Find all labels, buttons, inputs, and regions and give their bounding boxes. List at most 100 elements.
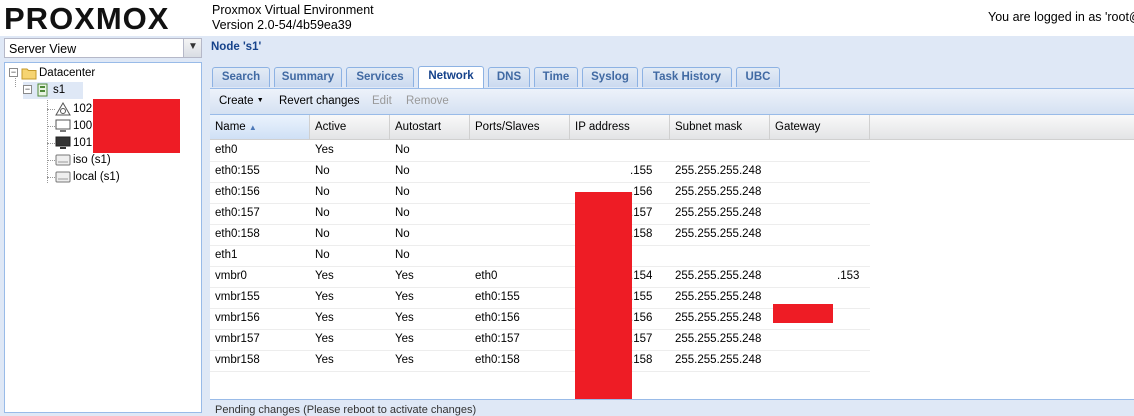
- cell-subnet: 255.255.255.248: [675, 165, 762, 177]
- cell-autostart: Yes: [395, 270, 414, 282]
- table-row[interactable]: eth0:156 No No .156 255.255.255.248: [210, 182, 870, 204]
- tab-search[interactable]: Search: [212, 67, 270, 87]
- tab-dns[interactable]: DNS: [488, 67, 530, 87]
- tree-node-vm-100[interactable]: 100: [55, 118, 92, 135]
- table-row[interactable]: vmbr0 Yes Yes eth0.154 255.255.255.248.153: [210, 266, 870, 288]
- cell-autostart: Yes: [395, 354, 414, 366]
- tree-node-vm-102[interactable]: 102: [55, 101, 92, 118]
- cell-name: vmbr156: [215, 312, 260, 324]
- remove-button[interactable]: Remove: [406, 95, 449, 107]
- cell-active: No: [315, 207, 330, 219]
- tab-task-history[interactable]: Task History: [642, 67, 732, 87]
- cell-autostart: Yes: [395, 333, 414, 345]
- grid-header: Name ▲ Active Autostart Ports/Slaves IP …: [210, 115, 1134, 140]
- cell-ports: eth0: [475, 270, 498, 282]
- view-selector[interactable]: Server View ▼: [4, 38, 202, 58]
- cell-active: No: [315, 228, 330, 240]
- column-header-gateway[interactable]: Gateway: [770, 115, 870, 139]
- svg-text:PROXMOX: PROXMOX: [4, 2, 169, 34]
- column-header-subnet[interactable]: Subnet mask: [670, 115, 770, 139]
- tab-summary[interactable]: Summary: [274, 67, 342, 87]
- table-row[interactable]: vmbr158 Yes Yes eth0:158.158 255.255.255.248: [210, 350, 870, 372]
- cell-ports: eth0:156: [475, 312, 520, 324]
- tab-bar: Search Summary Services Network DNS Time…: [210, 64, 1134, 89]
- cell-subnet: 255.255.255.248: [675, 207, 762, 219]
- tree-node-storage-iso[interactable]: iso (s1): [55, 152, 111, 169]
- cell-subnet: 255.255.255.248: [675, 270, 762, 282]
- storage-icon: [55, 153, 71, 167]
- column-header-name[interactable]: Name ▲: [210, 115, 310, 139]
- table-row[interactable]: eth0 Yes No: [210, 140, 870, 162]
- cell-autostart: No: [395, 165, 410, 177]
- tab-ubc[interactable]: UBC: [736, 67, 780, 87]
- cell-name: eth0:157: [215, 207, 260, 219]
- column-header-ports[interactable]: Ports/Slaves: [470, 115, 570, 139]
- tree-connector: [47, 177, 55, 178]
- cell-gateway: [770, 182, 870, 203]
- cell-ports: [470, 161, 570, 182]
- revert-changes-button[interactable]: Revert changes: [279, 95, 360, 107]
- cell-ip: [570, 140, 670, 161]
- tree-connector: [47, 126, 55, 127]
- table-row[interactable]: vmbr155 Yes Yes eth0:155.155 255.255.255.248: [210, 287, 870, 309]
- table-row[interactable]: eth0:158 No No .158 255.255.255.248: [210, 224, 870, 246]
- collapse-icon[interactable]: −: [23, 85, 32, 95]
- resource-tree: − Datacenter − s1 102 100 101 iso (s1) loc…: [4, 62, 202, 413]
- cell-gateway: [770, 245, 870, 266]
- view-selector-trigger[interactable]: ▼: [183, 39, 201, 57]
- cell-active: Yes: [315, 312, 334, 324]
- column-header-ip[interactable]: IP address: [570, 115, 670, 139]
- tree-connector: [47, 160, 55, 161]
- cell-subnet: 255.255.255.248: [675, 291, 762, 303]
- app-header: PROXMOX Proxmox Virtual Environment Vers…: [0, 0, 1134, 36]
- cell-autostart: No: [395, 186, 410, 198]
- tab-syslog[interactable]: Syslog: [582, 67, 638, 87]
- column-header-autostart[interactable]: Autostart: [390, 115, 470, 139]
- cell-active: No: [315, 249, 330, 261]
- vm-stopped-icon: [55, 119, 71, 133]
- tree-node-s1[interactable]: − s1: [23, 82, 83, 99]
- resource-panel: Server View ▼ − Datacenter − s1 102 100 10…: [0, 36, 204, 413]
- cell-gateway: [770, 161, 870, 182]
- cell-gateway: [770, 350, 870, 371]
- cell-active: No: [315, 165, 330, 177]
- template-icon: [55, 101, 71, 116]
- table-row[interactable]: eth1 No No: [210, 245, 870, 267]
- tree-node-storage-local[interactable]: local (s1): [55, 169, 120, 186]
- cell-autostart: No: [395, 207, 410, 219]
- cell-name: eth0:156: [215, 186, 260, 198]
- column-header-active[interactable]: Active: [310, 115, 390, 139]
- table-row[interactable]: eth0:157 No No .157 255.255.255.248: [210, 203, 870, 225]
- cell-subnet: 255.255.255.248: [675, 186, 762, 198]
- edit-button[interactable]: Edit: [372, 95, 392, 107]
- tab-network[interactable]: Network: [418, 66, 484, 88]
- cell-subnet: 255.255.255.248: [675, 333, 762, 345]
- cell-autostart: No: [395, 249, 410, 261]
- tree-connector: [47, 93, 48, 183]
- create-button[interactable]: Create ▼: [219, 95, 264, 107]
- tree-node-vm-101[interactable]: 101: [55, 135, 92, 152]
- tab-services[interactable]: Services: [346, 67, 414, 87]
- storage-icon: [55, 170, 71, 184]
- view-selector-value: Server View: [9, 42, 77, 56]
- table-row[interactable]: vmbr157 Yes Yes eth0:157.157 255.255.255.248: [210, 329, 870, 351]
- cell-subnet: [670, 245, 770, 266]
- cell-ip: .155: [630, 165, 653, 177]
- cell-subnet: [670, 140, 770, 161]
- cell-autostart: Yes: [395, 291, 414, 303]
- collapse-icon[interactable]: −: [9, 68, 18, 78]
- cell-ports: [470, 182, 570, 203]
- redaction-block: [575, 192, 632, 410]
- status-bar: Pending changes (Please reboot to activa…: [210, 399, 1134, 416]
- tree-node-datacenter[interactable]: − Datacenter: [9, 65, 95, 82]
- tab-time[interactable]: Time: [534, 67, 578, 87]
- cell-gateway: [770, 329, 870, 350]
- table-row[interactable]: vmbr156 Yes Yes eth0:156.156 255.255.255.248: [210, 308, 870, 330]
- cell-subnet: 255.255.255.248: [675, 228, 762, 240]
- folder-icon: [21, 66, 37, 80]
- product-info: Proxmox Virtual Environment Version 2.0-…: [212, 3, 374, 33]
- pending-changes-text: Pending changes (Please reboot to activa…: [215, 404, 477, 416]
- table-row[interactable]: eth0:155 No No .155 255.255.255.248: [210, 161, 870, 183]
- cell-autostart: No: [395, 228, 410, 240]
- content-panel: Node 's1' Search Summary Services Networ…: [208, 36, 1134, 416]
